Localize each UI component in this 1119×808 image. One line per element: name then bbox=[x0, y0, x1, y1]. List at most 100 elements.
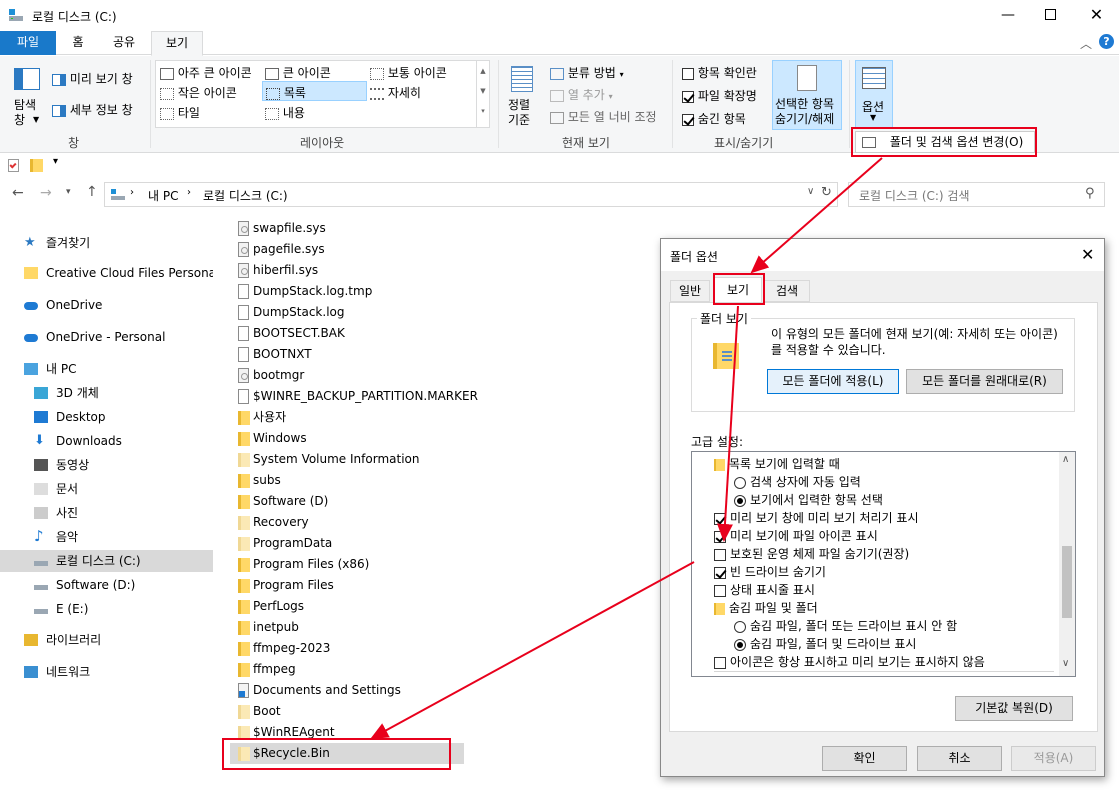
layout-details[interactable]: 자세히 bbox=[370, 84, 421, 101]
radio-button[interactable] bbox=[734, 494, 746, 507]
minimize-button[interactable]: — bbox=[985, 0, 1031, 31]
checkbox[interactable] bbox=[714, 512, 726, 525]
setting-row[interactable]: 숨김 파일, 폴더 및 드라이브 표시 bbox=[734, 635, 916, 653]
layout-extra-large-icons[interactable]: 아주 큰 아이콘 bbox=[160, 64, 252, 81]
file-item[interactable]: System Volume Information bbox=[230, 449, 650, 470]
layout-content[interactable]: 내용 bbox=[265, 104, 305, 121]
search-box[interactable]: 로컬 디스크 (C:) 검색 ⚲ bbox=[848, 182, 1105, 207]
file-item[interactable]: Windows bbox=[230, 428, 650, 449]
apply-button[interactable]: 적용(A) bbox=[1011, 746, 1096, 771]
checkbox[interactable] bbox=[682, 67, 694, 80]
recent-locations-icon[interactable]: ▾ bbox=[66, 187, 71, 197]
help-icon[interactable]: ? bbox=[1099, 34, 1114, 49]
file-extensions-toggle[interactable]: 파일 확장명 bbox=[682, 87, 757, 104]
setting-row[interactable]: 검색 상자에 자동 입력 bbox=[734, 473, 861, 491]
nav-item[interactable]: 내 PC bbox=[0, 358, 213, 380]
checkbox[interactable] bbox=[714, 530, 726, 543]
settings-scrollbar[interactable]: ∧ ∨ bbox=[1059, 452, 1075, 676]
scroll-down-icon[interactable]: ∨ bbox=[1062, 658, 1069, 669]
file-item[interactable]: DumpStack.log.tmp bbox=[230, 281, 650, 302]
new-folder-icon[interactable] bbox=[30, 159, 43, 172]
file-item[interactable]: Software (D) bbox=[230, 491, 650, 512]
nav-item[interactable]: 라이브러리 bbox=[0, 629, 213, 651]
dialog-tab-general[interactable]: 일반 bbox=[670, 280, 710, 302]
layout-large-icons[interactable]: 큰 아이콘 bbox=[265, 64, 331, 81]
nav-item[interactable]: 문서 bbox=[0, 478, 213, 500]
tab-home[interactable]: 홈 bbox=[60, 31, 96, 55]
collapse-ribbon-icon[interactable]: ︿ bbox=[1080, 35, 1092, 52]
address-box[interactable]: › 내 PC › 로컬 디스크 (C:) ∨ ↻ bbox=[104, 182, 838, 207]
nav-item[interactable]: ★ 즐겨찾기 bbox=[0, 232, 213, 254]
checkbox[interactable] bbox=[682, 90, 694, 103]
layout-list[interactable]: 목록 bbox=[262, 81, 367, 101]
nav-item[interactable]: 네트워크 bbox=[0, 661, 213, 683]
details-pane-button[interactable]: 세부 정보 창 bbox=[52, 101, 133, 118]
group-by-button[interactable]: 분류 방법 ▾ bbox=[550, 64, 624, 81]
checkbox[interactable] bbox=[714, 584, 726, 597]
nav-item[interactable]: 로컬 디스크 (C:) bbox=[0, 550, 213, 572]
cancel-button[interactable]: 취소 bbox=[917, 746, 1002, 771]
tab-file[interactable]: 파일 bbox=[0, 31, 56, 55]
setting-row[interactable]: 숨김 파일, 폴더 또는 드라이브 표시 안 함 bbox=[734, 617, 957, 635]
restore-defaults-button[interactable]: 기본값 복원(D) bbox=[955, 696, 1073, 721]
breadcrumb-my-pc[interactable]: 내 PC bbox=[148, 187, 178, 204]
sort-by-button[interactable]: 정렬 기준 bbox=[506, 64, 542, 130]
file-item[interactable]: Boot bbox=[230, 701, 650, 722]
file-item[interactable]: swapfile.sys bbox=[230, 218, 650, 239]
close-button[interactable]: ✕ bbox=[1074, 0, 1119, 31]
dialog-close-icon[interactable]: ✕ bbox=[1081, 245, 1094, 264]
file-item[interactable]: inetpub bbox=[230, 617, 650, 638]
file-item[interactable]: Documents and Settings bbox=[230, 680, 650, 701]
file-item[interactable]: $WINRE_BACKUP_PARTITION.MARKER bbox=[230, 386, 650, 407]
layout-tiles[interactable]: 타일 bbox=[160, 104, 200, 121]
file-item[interactable]: ProgramData bbox=[230, 533, 650, 554]
setting-row[interactable]: 아이콘은 항상 표시하고 미리 보기는 표시하지 않음 bbox=[714, 653, 985, 671]
checkbox[interactable] bbox=[682, 113, 694, 126]
nav-item[interactable]: OneDrive - Personal bbox=[0, 326, 213, 348]
file-item[interactable]: 사용자 bbox=[230, 407, 650, 428]
file-item[interactable]: Program Files (x86) bbox=[230, 554, 650, 575]
preview-pane-button[interactable]: 미리 보기 창 bbox=[52, 70, 133, 87]
radio-button[interactable] bbox=[734, 476, 746, 489]
reset-folders-button[interactable]: 모든 폴더를 원래대로(R) bbox=[906, 369, 1063, 394]
ok-button[interactable]: 확인 bbox=[822, 746, 907, 771]
file-item[interactable]: bootmgr bbox=[230, 365, 650, 386]
scroll-up-icon[interactable]: ∧ bbox=[1062, 454, 1069, 465]
checkbox[interactable] bbox=[714, 656, 726, 669]
tab-view[interactable]: 보기 bbox=[151, 31, 203, 56]
file-item[interactable]: ffmpeg-2023 bbox=[230, 638, 650, 659]
properties-icon[interactable] bbox=[8, 159, 19, 172]
radio-button[interactable] bbox=[734, 638, 746, 651]
nav-item[interactable]: OneDrive bbox=[0, 294, 213, 316]
size-all-columns-button[interactable]: 모든 열 너비 조정 bbox=[550, 108, 657, 125]
setting-row[interactable]: 목록 보기에 입력할 때 bbox=[714, 455, 840, 473]
file-item[interactable]: Program Files bbox=[230, 575, 650, 596]
layout-small-icons[interactable]: 작은 아이콘 bbox=[160, 84, 237, 101]
nav-item[interactable]: Desktop bbox=[0, 406, 213, 428]
nav-item[interactable]: Creative Cloud Files Personal A bbox=[0, 262, 213, 284]
nav-item[interactable]: ⬇ Downloads bbox=[0, 430, 213, 452]
setting-row[interactable]: 보기에서 입력한 항목 선택 bbox=[734, 491, 883, 509]
nav-item[interactable]: 사진 bbox=[0, 502, 213, 524]
add-columns-button[interactable]: 열 추가 ▾ bbox=[550, 86, 613, 103]
hide-selected-items-button[interactable]: 선택한 항목 숨기기/해제 bbox=[772, 60, 842, 130]
nav-item[interactable]: ♪ 음악 bbox=[0, 526, 213, 548]
file-item[interactable]: BOOTNXT bbox=[230, 344, 650, 365]
tab-share[interactable]: 공유 bbox=[101, 31, 147, 55]
nav-item[interactable]: 동영상 bbox=[0, 454, 213, 476]
dialog-tab-search[interactable]: 검색 bbox=[764, 280, 810, 302]
hidden-items-toggle[interactable]: 숨긴 항목 bbox=[682, 110, 746, 127]
setting-row[interactable]: 미리 보기 창에 미리 보기 처리기 표시 bbox=[714, 509, 919, 527]
address-dropdown-icon[interactable]: ∨ bbox=[807, 186, 814, 197]
file-item[interactable]: pagefile.sys bbox=[230, 239, 650, 260]
back-icon[interactable]: ← bbox=[12, 185, 24, 201]
file-item[interactable]: ffmpeg bbox=[230, 659, 650, 680]
file-item[interactable]: subs bbox=[230, 470, 650, 491]
maximize-button[interactable] bbox=[1031, 0, 1071, 31]
radio-button[interactable] bbox=[734, 620, 746, 633]
setting-row[interactable]: 보호된 운영 체제 파일 숨기기(권장) bbox=[714, 545, 909, 563]
refresh-icon[interactable]: ↻ bbox=[821, 185, 832, 200]
apply-to-folders-button[interactable]: 모든 폴더에 적용(L) bbox=[767, 369, 899, 394]
customize-qat-icon[interactable]: ▾ bbox=[53, 156, 58, 167]
setting-row[interactable]: 미리 보기에 파일 아이콘 표시 bbox=[714, 527, 878, 545]
